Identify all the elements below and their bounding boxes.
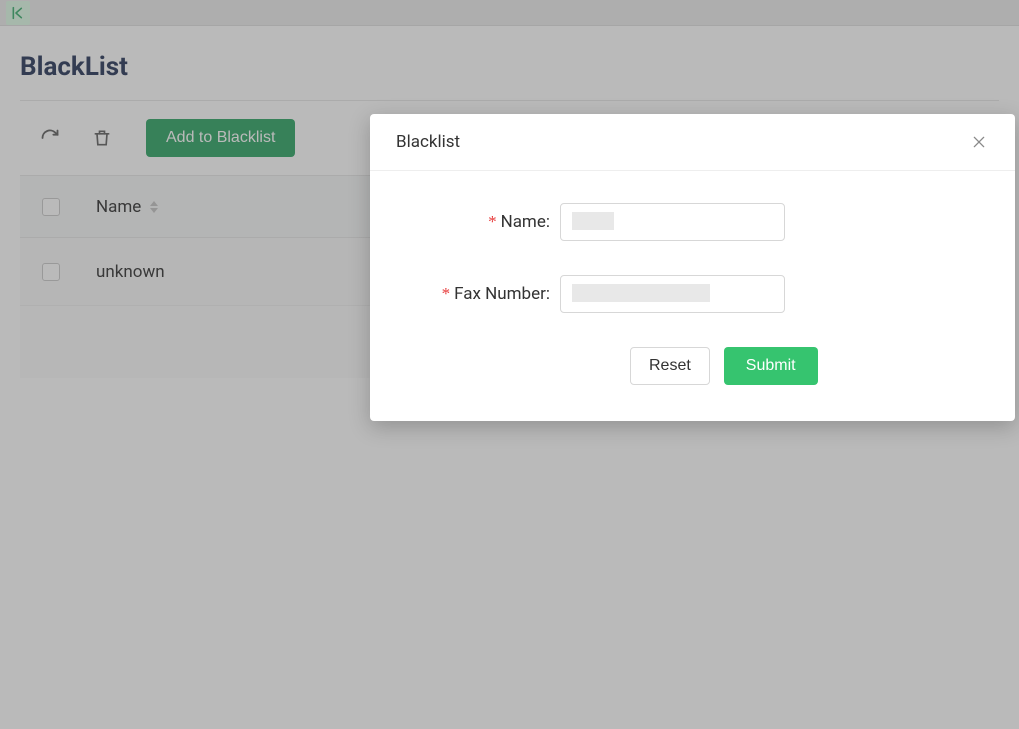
fax-label: *Fax Number: [410,284,560,304]
redacted-value [572,212,614,230]
redacted-value [572,284,710,302]
modal-title: Blacklist [396,132,460,152]
blacklist-modal: Blacklist *Name: *Fax Number: [370,114,1015,421]
name-label: *Name: [410,212,560,232]
required-asterisk-icon: * [442,284,451,303]
fax-label-text: Fax Number [454,284,546,304]
form-row-fax: *Fax Number: [410,275,975,313]
required-asterisk-icon: * [488,212,497,231]
name-label-text: Name [501,212,546,232]
modal-close-button[interactable] [969,132,989,152]
modal-body: *Name: *Fax Number: Reset Submit [370,171,1015,421]
submit-button[interactable]: Submit [724,347,818,385]
form-row-name: *Name: [410,203,975,241]
modal-header: Blacklist [370,114,1015,171]
modal-actions: Reset Submit [630,347,975,385]
reset-button[interactable]: Reset [630,347,710,385]
